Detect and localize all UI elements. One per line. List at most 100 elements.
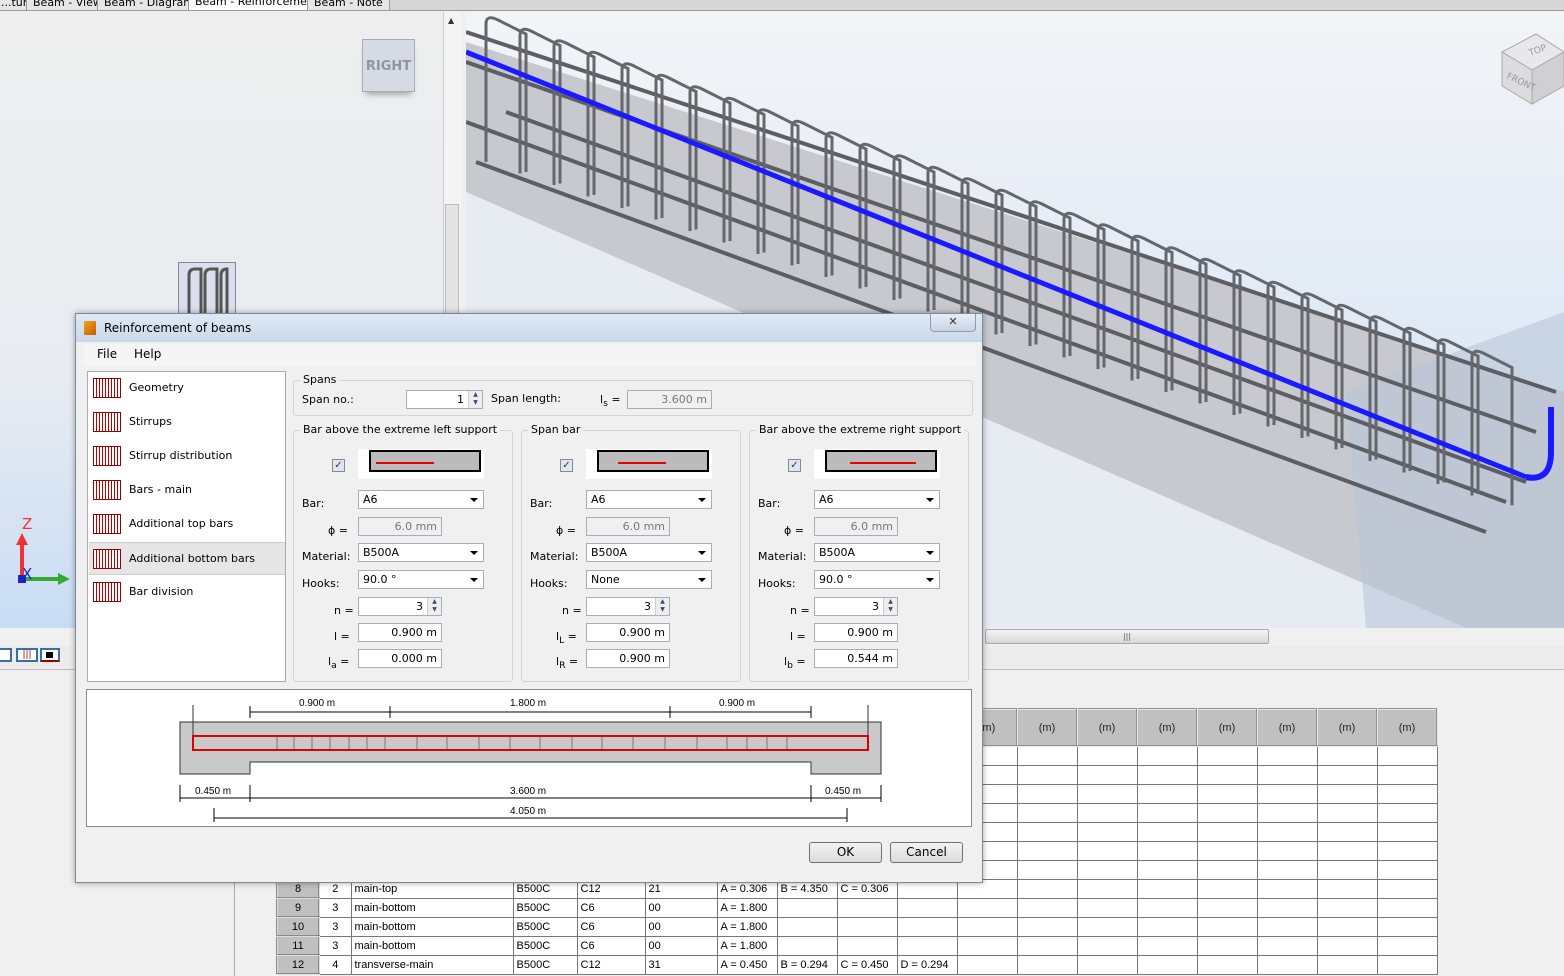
nav-item-additional-top-bars[interactable]: Additional top bars: [89, 508, 285, 541]
table-cell: [1316, 878, 1378, 899]
spin-arrows-icon[interactable]: ▲ ▼: [655, 598, 669, 615]
n-value: 3: [872, 600, 879, 613]
table-row[interactable]: 10 3 main-bottom B500C C6 00 A = 1.800: [276, 916, 1438, 937]
nav-item-stirrup-distribution[interactable]: Stirrup distribution: [89, 440, 285, 473]
n-label: n =: [334, 604, 354, 617]
menu-help[interactable]: Help: [134, 347, 161, 361]
spin-arrows-icon[interactable]: ▲ ▼: [468, 391, 482, 408]
nav-item-stirrups[interactable]: Stirrups: [89, 406, 285, 439]
table-cell: [1016, 859, 1078, 880]
material-value: B500A: [819, 546, 856, 559]
table-cell: main-bottom: [350, 935, 514, 956]
table-cell: [1196, 764, 1258, 785]
nav-item-additional-bottom-bars[interactable]: Additional bottom bars: [89, 542, 285, 575]
left-length-field[interactable]: 0.900 m: [358, 623, 442, 642]
left-length2-field[interactable]: 0.000 m: [358, 649, 442, 668]
table-cell: [1196, 821, 1258, 842]
span-count-stepper[interactable]: 3 ▲ ▼: [586, 597, 670, 616]
column-header[interactable]: (m): [1196, 708, 1258, 747]
nav-item-bar-division[interactable]: Bar division: [89, 576, 285, 609]
span-length2-field[interactable]: 0.900 m: [586, 649, 670, 668]
phi-label: ϕ =: [784, 524, 804, 537]
nav-item-label: Geometry: [129, 381, 184, 394]
table-row[interactable]: 12 4 transverse-main B500C C12 31 A = 0.450 B =…: [276, 954, 1438, 975]
table-cell: [1376, 783, 1438, 804]
tab-beam-note[interactable]: Beam - Note: [307, 0, 390, 10]
row-header[interactable]: 10: [276, 916, 320, 937]
dialog-titlebar[interactable]: Reinforcement of beams ✕: [76, 314, 982, 342]
table-cell: [896, 935, 958, 956]
table-cell: [1016, 878, 1078, 899]
view-cube-right[interactable]: RIGHT: [362, 39, 415, 92]
span-material-select[interactable]: B500A: [586, 543, 712, 562]
table-row[interactable]: 11 3 main-bottom B500C C6 00 A = 1.800: [276, 935, 1438, 956]
nav-item-geometry[interactable]: Geometry: [89, 372, 285, 405]
right-bar-select[interactable]: A6: [814, 490, 940, 509]
scroll-up-icon[interactable]: ▲: [448, 16, 454, 25]
left-count-stepper[interactable]: 3 ▲ ▼: [358, 597, 442, 616]
left-enable-checkbox[interactable]: ✓: [332, 459, 345, 472]
table-cell: [1256, 954, 1318, 975]
group-label: Bar above the extreme right support: [756, 423, 965, 436]
right-count-stepper[interactable]: 3 ▲ ▼: [814, 597, 898, 616]
column-header[interactable]: (m): [1376, 708, 1438, 747]
3d-view-hscrollbar[interactable]: |||: [985, 628, 1564, 646]
left-bar-select[interactable]: A6: [358, 490, 484, 509]
left-material-select[interactable]: B500A: [358, 543, 484, 562]
row-header[interactable]: 11: [276, 935, 320, 956]
l1-label: l =: [790, 630, 806, 643]
ok-button[interactable]: OK: [809, 842, 882, 863]
column-header[interactable]: (m): [1256, 708, 1318, 747]
right-material-select[interactable]: B500A: [814, 543, 940, 562]
additional-top-bars-icon: [93, 514, 121, 534]
table-cell: C6: [576, 935, 646, 956]
right-enable-checkbox[interactable]: ✓: [788, 459, 801, 472]
spin-arrows-icon[interactable]: ▲ ▼: [883, 598, 897, 615]
chevron-down-icon: [470, 498, 478, 502]
table-cell: 3: [318, 897, 352, 918]
table-cell: 00: [644, 935, 718, 956]
span-enable-checkbox[interactable]: ✓: [560, 459, 573, 472]
toolbar-stirrups-icon[interactable]: |||: [16, 648, 38, 662]
table-cell: [1376, 764, 1438, 785]
chevron-down-icon: [926, 578, 934, 582]
row-header[interactable]: 9: [276, 897, 320, 918]
nav-item-bars-main[interactable]: Bars - main: [89, 474, 285, 507]
table-cell: [776, 916, 838, 937]
column-header[interactable]: (m): [1316, 708, 1378, 747]
table-cell: [1076, 783, 1138, 804]
hscroll-thumb[interactable]: |||: [985, 629, 1269, 644]
right-length2-field[interactable]: 0.544 m: [814, 649, 898, 668]
column-header[interactable]: (m): [1136, 708, 1198, 747]
table-cell: 00: [644, 916, 718, 937]
n-label: n =: [790, 604, 810, 617]
span-length-field[interactable]: 0.900 m: [586, 623, 670, 642]
column-header[interactable]: (m): [1076, 708, 1138, 747]
span-bar-select[interactable]: A6: [586, 490, 712, 509]
right-length-field[interactable]: 0.900 m: [814, 623, 898, 642]
table-cell: [1256, 916, 1318, 937]
table-cell: [1376, 916, 1438, 937]
n-value: 3: [416, 600, 423, 613]
table-row[interactable]: 9 3 main-bottom B500C C6 00 A = 1.800: [276, 897, 1438, 918]
column-header[interactable]: (m): [1016, 708, 1078, 747]
l2-sub: R: [559, 660, 566, 672]
bar-layout-diagram: 0.900 m 1.800 m 0.900 m 0.450 m 3.600 m …: [86, 689, 972, 827]
row-header[interactable]: 12: [276, 954, 320, 975]
menu-file[interactable]: File: [97, 347, 117, 361]
table-cell: [1196, 840, 1258, 861]
tab-beam-reinforcement[interactable]: Beam - Reinforcement: [188, 0, 326, 10]
span-hooks-select[interactable]: None: [586, 570, 712, 589]
table-cell: [1256, 897, 1318, 918]
left-hooks-select[interactable]: 90.0 °: [358, 570, 484, 589]
cancel-button[interactable]: Cancel: [890, 842, 963, 863]
span-no-stepper[interactable]: 1 ▲ ▼: [406, 390, 483, 409]
spin-arrows-icon[interactable]: ▲ ▼: [427, 598, 441, 615]
table-cell: [1076, 916, 1138, 937]
toolbar-beam-icon[interactable]: [0, 648, 12, 662]
right-hooks-select[interactable]: 90.0 °: [814, 570, 940, 589]
stirrup-distribution-icon: [93, 446, 121, 466]
table-cell: [956, 954, 1018, 975]
close-button[interactable]: ✕: [930, 314, 976, 332]
toolbar-section-icon[interactable]: [40, 648, 60, 662]
